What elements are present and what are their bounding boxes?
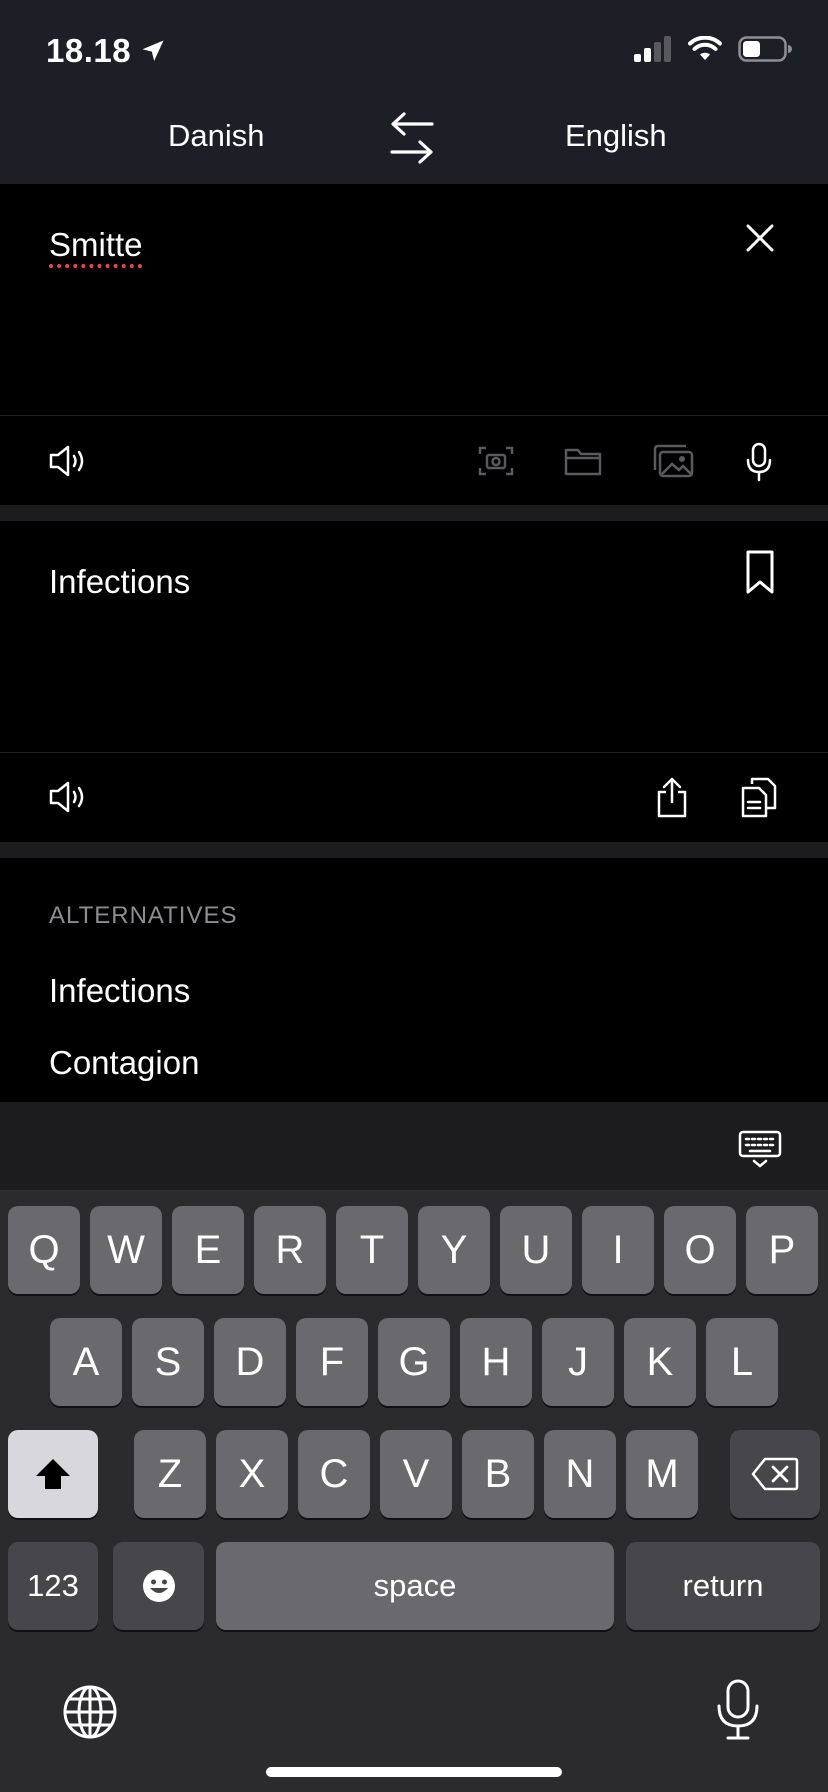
alternatives-heading: ALTERNATIVES <box>49 902 238 929</box>
emoji-icon <box>142 1570 175 1602</box>
close-icon[interactable] <box>744 222 776 254</box>
key-h[interactable]: H <box>460 1318 532 1406</box>
key-e[interactable]: E <box>172 1206 244 1294</box>
shift-key[interactable] <box>8 1430 98 1518</box>
translation-text: Infections <box>49 563 191 600</box>
key-k[interactable]: K <box>624 1318 696 1406</box>
speaker-icon[interactable] <box>48 444 90 478</box>
target-language-button[interactable]: English <box>565 118 667 154</box>
key-c[interactable]: C <box>298 1430 370 1518</box>
alternative-item[interactable]: Contagion <box>49 1044 199 1082</box>
key-d[interactable]: D <box>214 1318 286 1406</box>
key-z[interactable]: Z <box>134 1430 206 1518</box>
status-indicators <box>634 36 792 62</box>
key-u[interactable]: U <box>500 1206 572 1294</box>
key-r[interactable]: R <box>254 1206 326 1294</box>
battery-icon <box>738 36 792 62</box>
backspace-key[interactable] <box>730 1430 820 1518</box>
source-language-button[interactable]: Danish <box>168 118 265 154</box>
key-i[interactable]: I <box>582 1206 654 1294</box>
keyboard-dismiss-icon[interactable] <box>738 1130 782 1168</box>
folder-icon[interactable] <box>564 446 602 476</box>
emoji-key[interactable] <box>113 1542 204 1630</box>
divider <box>0 415 828 416</box>
share-icon[interactable] <box>656 776 688 818</box>
microphone-icon[interactable] <box>746 442 772 482</box>
swap-languages-icon[interactable] <box>388 110 436 166</box>
divider <box>0 752 828 753</box>
key-b[interactable]: B <box>462 1430 534 1518</box>
key-p[interactable]: P <box>746 1206 818 1294</box>
section-separator <box>0 842 828 858</box>
globe-icon[interactable] <box>62 1684 118 1740</box>
copy-icon[interactable] <box>740 776 778 818</box>
key-l[interactable]: L <box>706 1318 778 1406</box>
wifi-icon <box>688 36 722 60</box>
key-v[interactable]: V <box>380 1430 452 1518</box>
photos-icon[interactable] <box>652 444 694 478</box>
key-x[interactable]: X <box>216 1430 288 1518</box>
shift-icon <box>36 1459 70 1489</box>
status-time-text: 18.18 <box>46 32 132 69</box>
key-a[interactable]: A <box>50 1318 122 1406</box>
camera-scan-icon[interactable] <box>478 444 514 478</box>
status-time: 18.18 <box>46 32 167 70</box>
key-q[interactable]: Q <box>8 1206 80 1294</box>
bookmark-icon[interactable] <box>746 550 774 594</box>
microphone-icon[interactable] <box>716 1678 760 1740</box>
key-f[interactable]: F <box>296 1318 368 1406</box>
key-w[interactable]: W <box>90 1206 162 1294</box>
return-key[interactable]: return <box>626 1542 820 1630</box>
section-separator <box>0 505 828 521</box>
alternative-item[interactable]: Infections <box>49 972 190 1010</box>
home-indicator <box>266 1767 562 1777</box>
key-o[interactable]: O <box>664 1206 736 1294</box>
speaker-icon[interactable] <box>48 780 90 814</box>
key-t[interactable]: T <box>336 1206 408 1294</box>
key-j[interactable]: J <box>542 1318 614 1406</box>
keyboard-toolbar <box>0 1102 828 1190</box>
location-arrow-icon <box>142 40 164 61</box>
backspace-icon <box>751 1457 799 1491</box>
source-text-input[interactable]: Smitte <box>49 226 143 264</box>
key-s[interactable]: S <box>132 1318 204 1406</box>
top-bar: 18.18 Danish English <box>0 0 828 184</box>
key-y[interactable]: Y <box>418 1206 490 1294</box>
key-n[interactable]: N <box>544 1430 616 1518</box>
key-m[interactable]: M <box>626 1430 698 1518</box>
numbers-key[interactable]: 123 <box>8 1542 98 1630</box>
key-g[interactable]: G <box>378 1318 450 1406</box>
signal-icon <box>634 36 671 62</box>
space-key[interactable]: space <box>216 1542 614 1630</box>
